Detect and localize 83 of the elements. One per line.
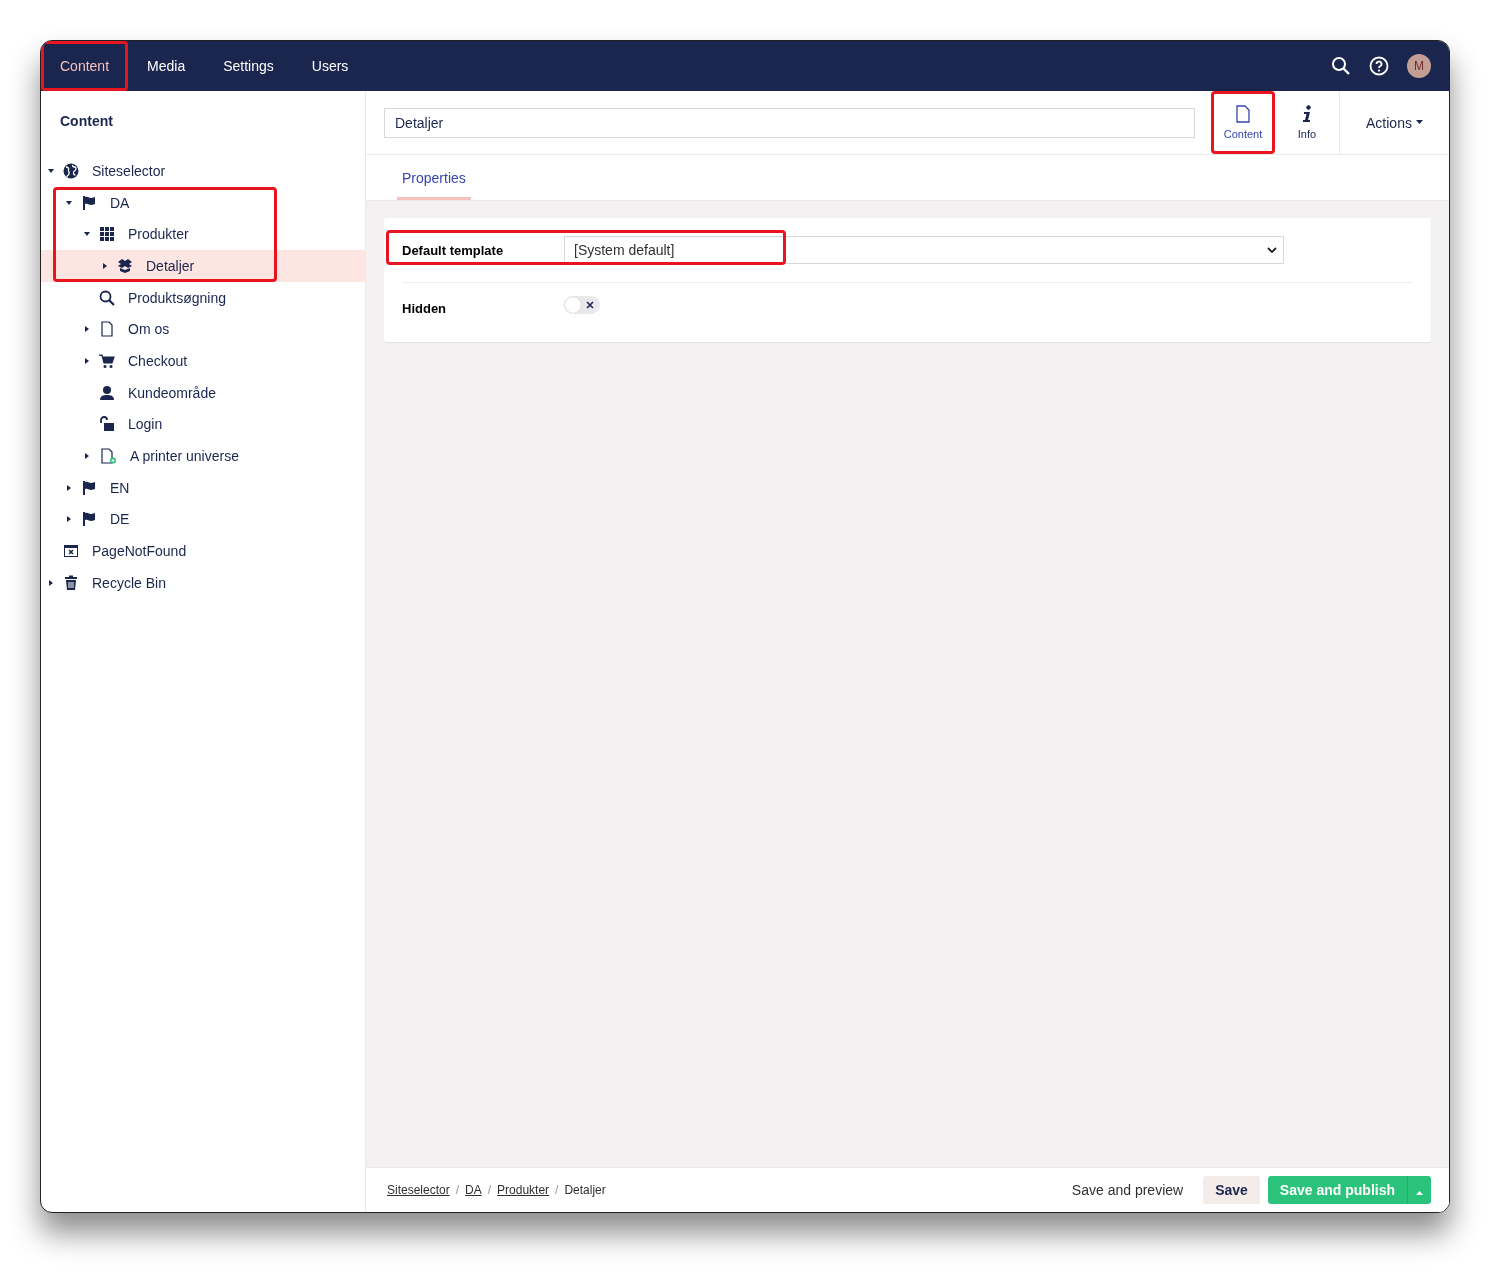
help-icon[interactable] [1369, 56, 1389, 76]
tree-item[interactable]: EN [41, 471, 365, 504]
tree-item[interactable]: Om os [41, 313, 365, 346]
section-tab[interactable]: Settings [204, 41, 293, 91]
tree-item[interactable]: Produktsøgning [41, 281, 365, 314]
document-icon [99, 321, 115, 338]
name-field[interactable]: Detaljer [384, 107, 1195, 138]
save-preview-button[interactable]: Save and preview [1059, 1176, 1196, 1204]
user-avatar[interactable]: M [1407, 54, 1431, 78]
tree-item[interactable]: Produkter [41, 218, 365, 251]
tree-item-label[interactable]: Siteselector [92, 162, 166, 179]
app-tab[interactable]: Content [1211, 91, 1275, 154]
tree-item-label[interactable]: Recycle Bin [92, 574, 166, 591]
breadcrumb-current: Detaljer [564, 1183, 606, 1197]
flag-icon [81, 511, 97, 528]
tree-item[interactable]: Recycle Bin [41, 566, 365, 599]
section-tab[interactable]: Media [128, 41, 205, 91]
x-icon [586, 300, 594, 309]
tree-item-label[interactable]: EN [110, 479, 130, 496]
caret-right-icon[interactable] [83, 356, 91, 365]
property-label: Hidden [402, 301, 448, 316]
tree-item-label[interactable]: A printer universe [130, 448, 239, 465]
tree-item[interactable]: Kundeområde [41, 376, 365, 409]
sidebar-title: Content [59, 112, 114, 131]
caret-down-icon[interactable] [47, 166, 55, 175]
tree-item[interactable]: Detaljer [41, 250, 365, 282]
breadcrumb-separator: / [555, 1183, 559, 1197]
user-icon [99, 384, 115, 401]
caret-right-icon[interactable] [101, 261, 109, 270]
flag-icon [81, 194, 97, 211]
caret-right-icon[interactable] [47, 578, 55, 587]
tree-item[interactable]: DE [41, 503, 365, 536]
tree-item-label[interactable]: PageNotFound [92, 543, 187, 560]
chevron-down-icon [1267, 246, 1277, 254]
error-page-icon [63, 543, 79, 560]
tree-item[interactable]: A printer universe [41, 440, 365, 472]
document-icon [1236, 105, 1250, 123]
breadcrumb-separator: / [455, 1183, 460, 1197]
unlock-icon [99, 416, 115, 433]
caret-down-icon [1415, 120, 1423, 125]
breadcrumb-separator: / [487, 1183, 492, 1197]
tree-item-label[interactable]: Detaljer [146, 257, 195, 274]
caret-right-icon[interactable] [65, 515, 73, 524]
toggle-switch[interactable] [564, 295, 600, 314]
property-label: Default template [402, 242, 505, 258]
template-select[interactable]: [System default] [564, 236, 1284, 264]
boxes-icon [117, 257, 133, 274]
tree-item[interactable]: PageNotFound [41, 535, 365, 567]
breadcrumb-link[interactable]: Siteselector [387, 1183, 450, 1197]
tree-item-label[interactable]: Produkter [128, 226, 189, 243]
tree-item[interactable]: DA [41, 186, 365, 219]
section-tab[interactable]: Content [41, 41, 129, 91]
properties-tab[interactable]: Properties [397, 155, 471, 200]
breadcrumb-link[interactable]: Produkter [497, 1183, 550, 1197]
caret-right-icon[interactable] [65, 483, 73, 492]
search-icon[interactable] [1331, 56, 1351, 76]
tree-item-label[interactable]: DA [110, 194, 130, 211]
search-icon [99, 289, 115, 306]
breadcrumb-link[interactable]: DA [465, 1183, 482, 1197]
cart-icon [99, 352, 115, 369]
caret-down-icon[interactable] [65, 198, 73, 207]
save-button[interactable]: Save [1203, 1176, 1260, 1204]
tree-item[interactable]: Checkout [41, 345, 365, 377]
caret-up-icon [1416, 1189, 1423, 1195]
actions-button[interactable]: Actions [1339, 91, 1449, 154]
tree-item-label[interactable]: Kundeområde [128, 384, 216, 401]
caret-right-icon[interactable] [83, 325, 91, 334]
document-add-icon [99, 448, 117, 465]
globe-icon [63, 162, 79, 179]
info-icon [1302, 105, 1312, 123]
tree-item-label[interactable]: Login [128, 416, 163, 433]
tree-item-label[interactable]: DE [110, 511, 130, 528]
tree-item[interactable]: Login [41, 408, 365, 441]
flag-icon [81, 479, 97, 496]
grid-icon [99, 226, 115, 243]
caret-right-icon[interactable] [83, 452, 91, 461]
tree-item[interactable]: Siteselector [41, 155, 365, 187]
app-tab[interactable]: Info [1275, 91, 1339, 154]
section-tab[interactable]: Users [292, 41, 368, 91]
tree-item-label[interactable]: Checkout [128, 352, 188, 369]
tree-item-label[interactable]: Produktsøgning [128, 289, 227, 306]
tree-item-label[interactable]: Om os [128, 321, 170, 338]
trash-icon [63, 574, 79, 591]
